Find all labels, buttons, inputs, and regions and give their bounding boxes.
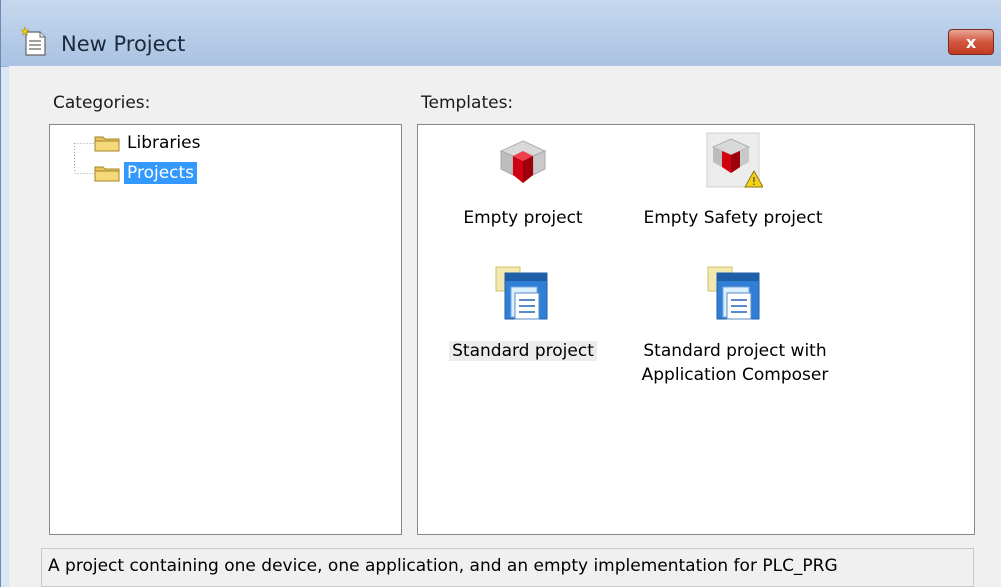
template-empty-project[interactable]: Empty project	[448, 137, 598, 230]
tree-item-projects[interactable]: Projects	[94, 161, 198, 185]
tree-item-libraries[interactable]: Libraries	[94, 131, 203, 155]
tree-item-label: Libraries	[127, 133, 201, 153]
template-name: Empty Safety project	[643, 208, 823, 228]
window-title: New Project	[61, 32, 186, 56]
template-description: A project containing one device, one app…	[41, 548, 974, 587]
template-empty-safety-project[interactable]: ! Empty Safety project	[633, 131, 833, 230]
templates-list[interactable]: Empty project ! Empty Safety project Sta…	[417, 124, 975, 535]
templates-label: Templates:	[421, 93, 514, 113]
close-icon: x	[965, 33, 977, 52]
title-bar: New Project x	[1, 0, 1001, 67]
template-name-line2: Application Composer	[641, 365, 829, 385]
folder-icon	[94, 166, 120, 182]
red-cube-icon	[499, 140, 547, 183]
template-name-line1: Standard project with	[643, 341, 827, 361]
new-document-icon	[21, 26, 46, 56]
categories-label: Categories:	[53, 93, 151, 113]
template-name: Empty project	[463, 208, 583, 228]
tree-item-label: Projects	[124, 162, 198, 184]
template-standard-project-app-composer[interactable]: Standard project with Application Compos…	[630, 265, 840, 387]
standard-project-icon	[707, 266, 760, 320]
folder-icon	[94, 136, 120, 152]
standard-project-icon	[495, 266, 548, 320]
svg-text:!: !	[752, 175, 756, 188]
new-project-dialog: New Project x Categories: Templates: Lib…	[0, 0, 1001, 587]
categories-tree[interactable]: Libraries Projects	[49, 124, 402, 535]
template-standard-project[interactable]: Standard project	[443, 265, 603, 363]
close-button[interactable]: x	[948, 29, 994, 55]
safety-cube-icon: !	[706, 132, 763, 188]
template-name: Standard project	[449, 341, 597, 361]
